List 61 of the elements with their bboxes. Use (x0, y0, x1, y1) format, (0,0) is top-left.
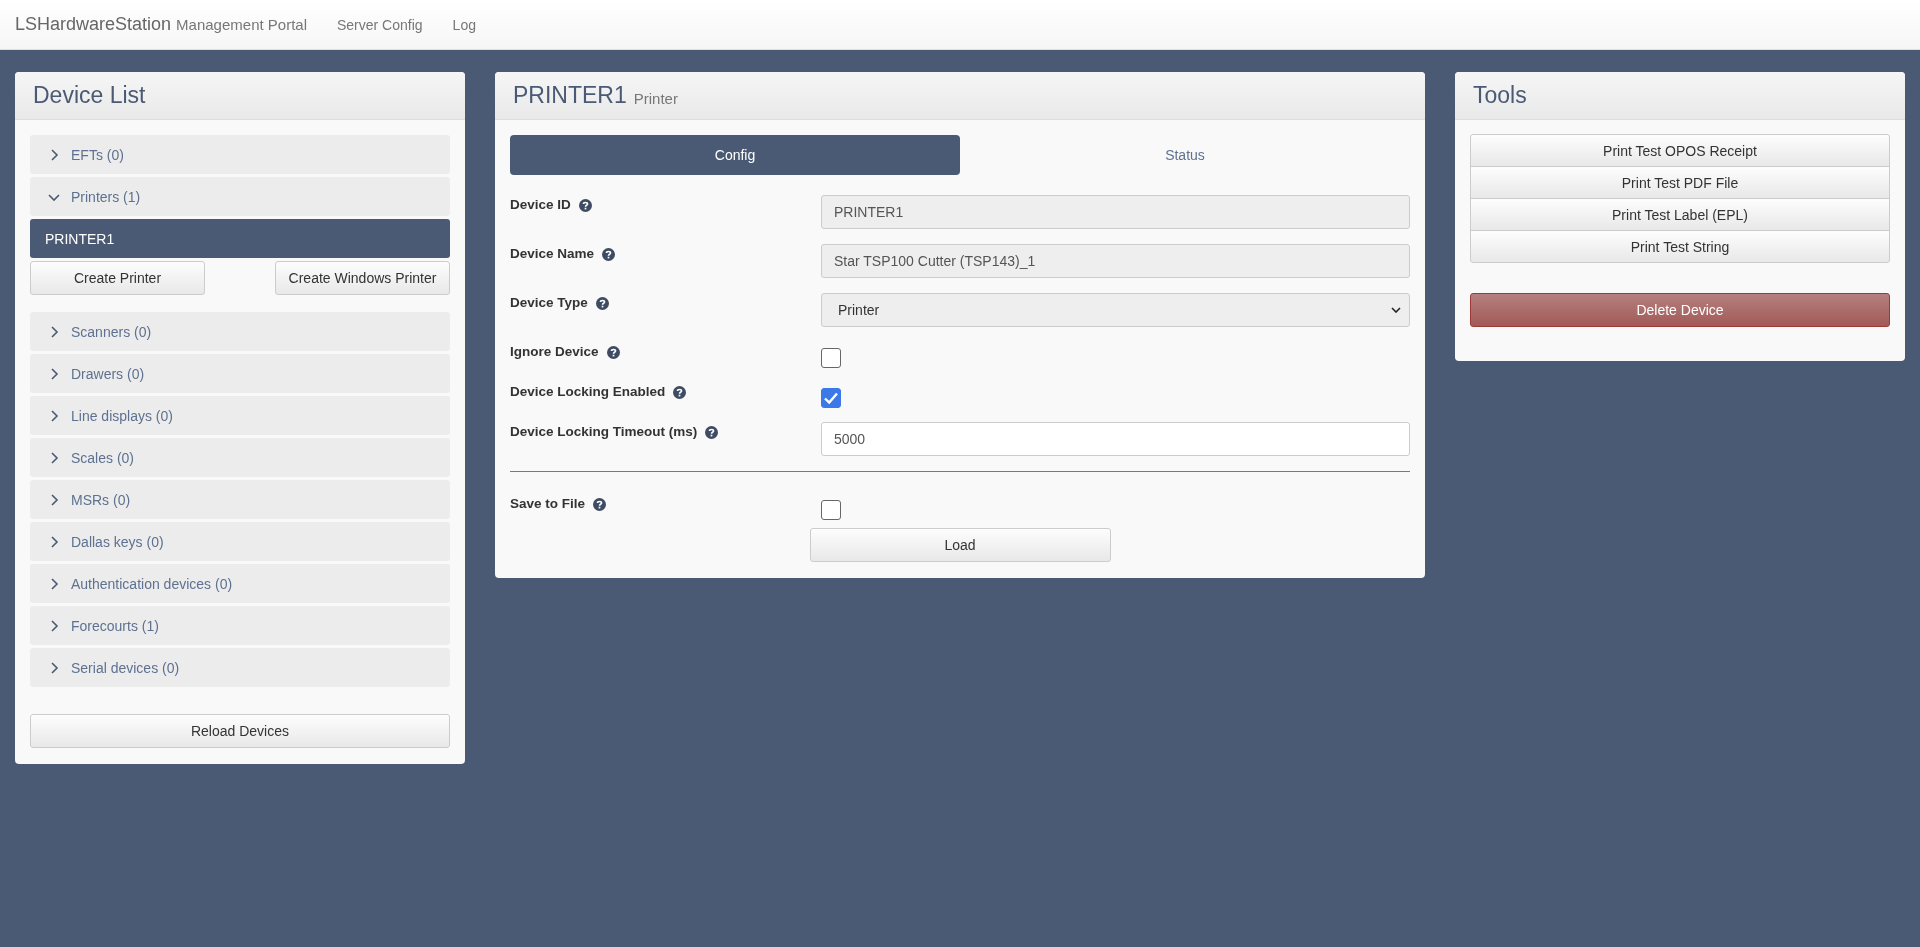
load-button[interactable]: Load (809, 528, 1111, 562)
device-group[interactable]: Authentication devices (0) (30, 564, 450, 603)
print-test-button[interactable]: Print Test OPOS Receipt (1470, 134, 1890, 167)
field-label: Save to File (510, 496, 586, 511)
device-group[interactable]: Scanners (0) (30, 312, 450, 351)
chevron-right-icon (48, 451, 60, 464)
checkbox[interactable] (821, 348, 841, 368)
tab[interactable]: Status (960, 135, 1410, 175)
device-group[interactable]: Line displays (0) (30, 396, 450, 435)
help-icon[interactable] (578, 199, 592, 212)
field-label: Device Locking Timeout (ms) (510, 424, 698, 439)
create-button[interactable]: Create Printer (30, 261, 205, 295)
help-icon[interactable] (602, 248, 616, 261)
checkbox[interactable] (821, 388, 841, 408)
tab[interactable]: Config (510, 135, 960, 175)
device-group[interactable]: Scales (0) (30, 438, 450, 477)
help-icon[interactable] (593, 498, 607, 511)
brand-subtitle: Management Portal (176, 16, 307, 33)
select-field[interactable]: Printer (821, 293, 1410, 327)
reload-button[interactable]: Reload Devices (30, 714, 450, 748)
print-test-button[interactable]: Print Test Label (EPL) (1470, 198, 1890, 231)
print-test-button[interactable]: Print Test String (1470, 230, 1890, 263)
chevron-right-icon (48, 367, 60, 380)
panel-title: Tools (1473, 82, 1527, 109)
chevron-right-icon (48, 325, 60, 338)
help-icon[interactable] (673, 386, 687, 399)
chevron-right-icon (48, 148, 60, 161)
chevron-down-icon (1391, 307, 1401, 313)
device-group[interactable]: Printers (1) (30, 177, 450, 216)
nav-link[interactable]: Server Config (337, 16, 423, 33)
help-icon[interactable] (606, 346, 620, 359)
field-label: Ignore Device (510, 344, 599, 359)
delete-button[interactable]: Delete Device (1470, 293, 1890, 327)
field-label: Device Locking Enabled (510, 384, 666, 399)
chevron-right-icon (48, 535, 60, 548)
field-label: Device Name (510, 246, 595, 261)
device-item[interactable]: PRINTER1 (30, 219, 450, 258)
panel-title: PRINTER1 (513, 82, 627, 109)
panel-subtitle: Printer (633, 90, 678, 107)
field-label: Device Type (510, 295, 588, 310)
chevron-right-icon (48, 493, 60, 506)
device-group[interactable]: Dallas keys (0) (30, 522, 450, 561)
nav-link[interactable]: Log (452, 16, 476, 33)
chevron-right-icon (48, 409, 60, 422)
help-icon[interactable] (705, 426, 719, 439)
chevron-right-icon (48, 619, 60, 632)
device-group[interactable]: Forecourts (1) (30, 606, 450, 645)
device-group[interactable]: MSRs (0) (30, 480, 450, 519)
help-icon[interactable] (595, 297, 609, 310)
checkbox[interactable] (821, 500, 841, 520)
create-button[interactable]: Create Windows Printer (275, 261, 450, 295)
brand-title[interactable]: LSHardwareStation (15, 14, 172, 35)
device-group[interactable]: Drawers (0) (30, 354, 450, 393)
device-group[interactable]: Serial devices (0) (30, 648, 450, 687)
device-group[interactable]: EFTs (0) (30, 135, 450, 174)
chevron-right-icon (48, 577, 60, 590)
panel-title: Device List (33, 82, 146, 109)
field-label: Device ID (510, 197, 571, 212)
text-field[interactable]: 5000 (821, 422, 1410, 456)
chevron-right-icon (48, 661, 60, 674)
print-test-button[interactable]: Print Test PDF File (1470, 166, 1890, 199)
